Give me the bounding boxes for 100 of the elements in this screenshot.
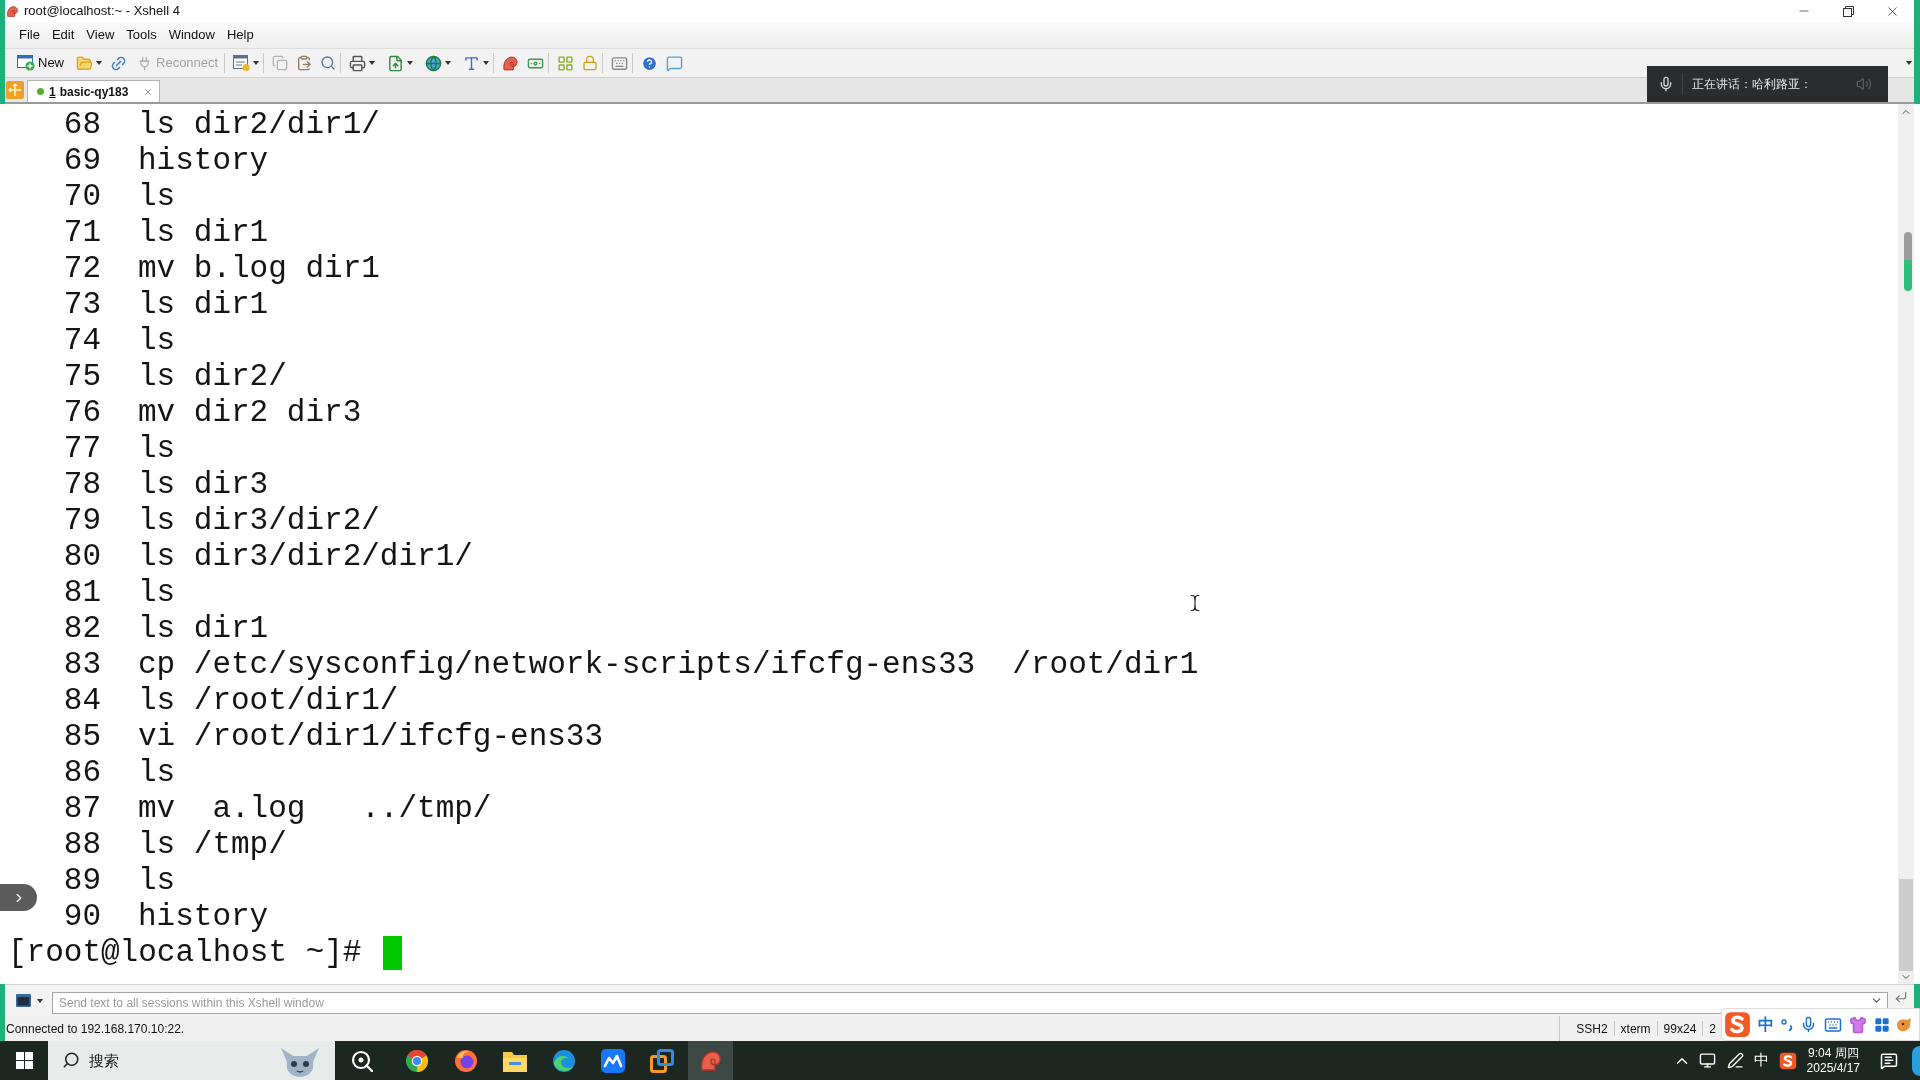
window-list-icon[interactable]	[233, 55, 251, 71]
history-number: 73	[63, 287, 101, 323]
dropdown-caret-icon[interactable]	[37, 998, 43, 1003]
history-command: history	[138, 143, 269, 179]
dropdown-caret-icon[interactable]	[369, 61, 376, 65]
history-number: 69	[63, 143, 101, 179]
shell-icon	[698, 1048, 723, 1073]
taskbar-time[interactable]: 9:04 周四	[1807, 1045, 1859, 1061]
history-number: 85	[63, 719, 101, 755]
punctuation-icon[interactable]	[1781, 1018, 1793, 1031]
menu-item[interactable]: Edit	[45, 26, 81, 44]
ime-logo-icon[interactable]	[1778, 1051, 1797, 1070]
history-number: 75	[63, 359, 101, 395]
microphone-icon[interactable]	[1800, 1016, 1817, 1033]
taskbar-date[interactable]: 2025/4/17	[1806, 1060, 1860, 1076]
paste-icon[interactable]	[296, 55, 313, 71]
send-text-field[interactable]: Send text to all sessions within this Xshell window	[52, 991, 1888, 1014]
history-command: ls	[138, 323, 176, 359]
folder-icon	[502, 1049, 527, 1072]
dropdown-caret-icon[interactable]	[1906, 61, 1912, 65]
history-number: 84	[63, 683, 101, 719]
restore-icon[interactable]	[1842, 5, 1854, 17]
dropdown-caret-icon[interactable]	[483, 61, 490, 65]
history-command: ls dir1	[138, 215, 269, 251]
pen-icon[interactable]	[1726, 1052, 1744, 1069]
history-command: ls dir2/dir1/	[138, 107, 380, 143]
terminal-cursor	[383, 936, 403, 970]
history-command: ls	[138, 863, 176, 899]
history-command: ls	[138, 431, 176, 467]
history-command: mv dir2 dir3	[138, 395, 362, 431]
history-number: 88	[63, 827, 101, 863]
keyboard-icon[interactable]	[611, 54, 629, 72]
chat-bubble-icon[interactable]	[666, 54, 684, 72]
history-command: ls	[138, 179, 176, 215]
history-command: ls	[138, 575, 176, 611]
session-tab[interactable]: 1 basic-qy183	[27, 80, 160, 102]
window-plus-icon	[17, 55, 35, 71]
notification-icon[interactable]	[1880, 1051, 1898, 1070]
history-number: 90	[63, 899, 101, 935]
input-mode-toggle[interactable]: 中	[1758, 1012, 1774, 1037]
fox-browser-icon	[453, 1048, 478, 1073]
help-icon[interactable]	[641, 54, 659, 72]
grid-icon[interactable]	[1874, 1016, 1890, 1033]
speaker-name: 哈利路亚：	[1752, 76, 1812, 93]
side-handle[interactable]	[1904, 232, 1912, 291]
menu-item[interactable]: Help	[220, 26, 260, 44]
microphone-icon	[1658, 76, 1674, 92]
history-number: 71	[63, 215, 101, 251]
history-number: 77	[63, 431, 101, 467]
ring-browser-icon	[404, 1048, 429, 1073]
scrollbar-thumb[interactable]	[1899, 879, 1913, 971]
status-text: 99x24	[1662, 1020, 1698, 1038]
expand-handle[interactable]	[0, 884, 37, 911]
windows-logo-icon[interactable]	[15, 1052, 33, 1069]
status-text: SSH2	[1575, 1020, 1609, 1038]
history-number: 68	[63, 107, 101, 143]
menu-item[interactable]: File	[13, 26, 46, 44]
keyboard-icon[interactable]	[1824, 1015, 1842, 1034]
wave-tile-icon	[600, 1048, 625, 1073]
menu-item[interactable]: Window	[162, 26, 221, 44]
history-number: 82	[63, 611, 101, 647]
input-mode-indicator[interactable]: 中	[1753, 1049, 1769, 1072]
history-command: mv a.log ../tmp/	[138, 791, 492, 827]
plug-icon	[137, 55, 152, 71]
history-command: ls dir3	[138, 467, 269, 503]
text-style-icon[interactable]	[463, 54, 481, 72]
tab-close-icon[interactable]	[143, 86, 153, 97]
history-number: 81	[63, 575, 101, 611]
speaking-label: 正在讲话：	[1692, 76, 1752, 93]
window-title: root@localhost:~ - Xshell 4	[24, 3, 180, 19]
history-number: 70	[63, 179, 101, 215]
connection-status: Connected to 192.168.170.10:22.	[5, 1020, 185, 1038]
dropdown-caret-icon[interactable]	[96, 61, 102, 65]
file-upload-icon[interactable]	[387, 54, 405, 72]
new-button[interactable]: New	[15, 53, 66, 73]
status-text: 2	[1708, 1020, 1717, 1038]
history-command: mv b.log dir1	[138, 251, 380, 287]
menu-item[interactable]: Tools	[120, 26, 163, 44]
dropdown-caret-icon[interactable]	[253, 61, 260, 65]
search-icon[interactable]	[320, 55, 337, 71]
circle-search-icon	[350, 1049, 373, 1072]
history-number: 74	[63, 323, 101, 359]
shirt-icon[interactable]	[1849, 1015, 1867, 1034]
search-field[interactable]: 搜索	[48, 1041, 335, 1080]
shell-icon[interactable]	[502, 54, 520, 72]
history-number: 89	[63, 863, 101, 899]
terminal-window-icon[interactable]	[16, 994, 31, 1007]
printer-icon[interactable]	[349, 54, 367, 72]
dropdown-caret-icon[interactable]	[407, 61, 414, 65]
globe-icon[interactable]	[425, 54, 443, 72]
speaker-icon	[1856, 76, 1872, 92]
swirl-browser-icon	[551, 1048, 576, 1073]
monitor-icon[interactable]	[1698, 1052, 1716, 1069]
menu-item[interactable]: View	[80, 26, 121, 44]
enter-icon[interactable]	[1894, 989, 1908, 1004]
dropdown-caret-icon[interactable]	[445, 61, 452, 65]
animal-icon[interactable]	[1897, 1017, 1911, 1032]
history-number: 79	[63, 503, 101, 539]
shell-prompt: [root@localhost ~]#	[8, 935, 362, 971]
scrollbar-track[interactable]	[1898, 104, 1914, 984]
